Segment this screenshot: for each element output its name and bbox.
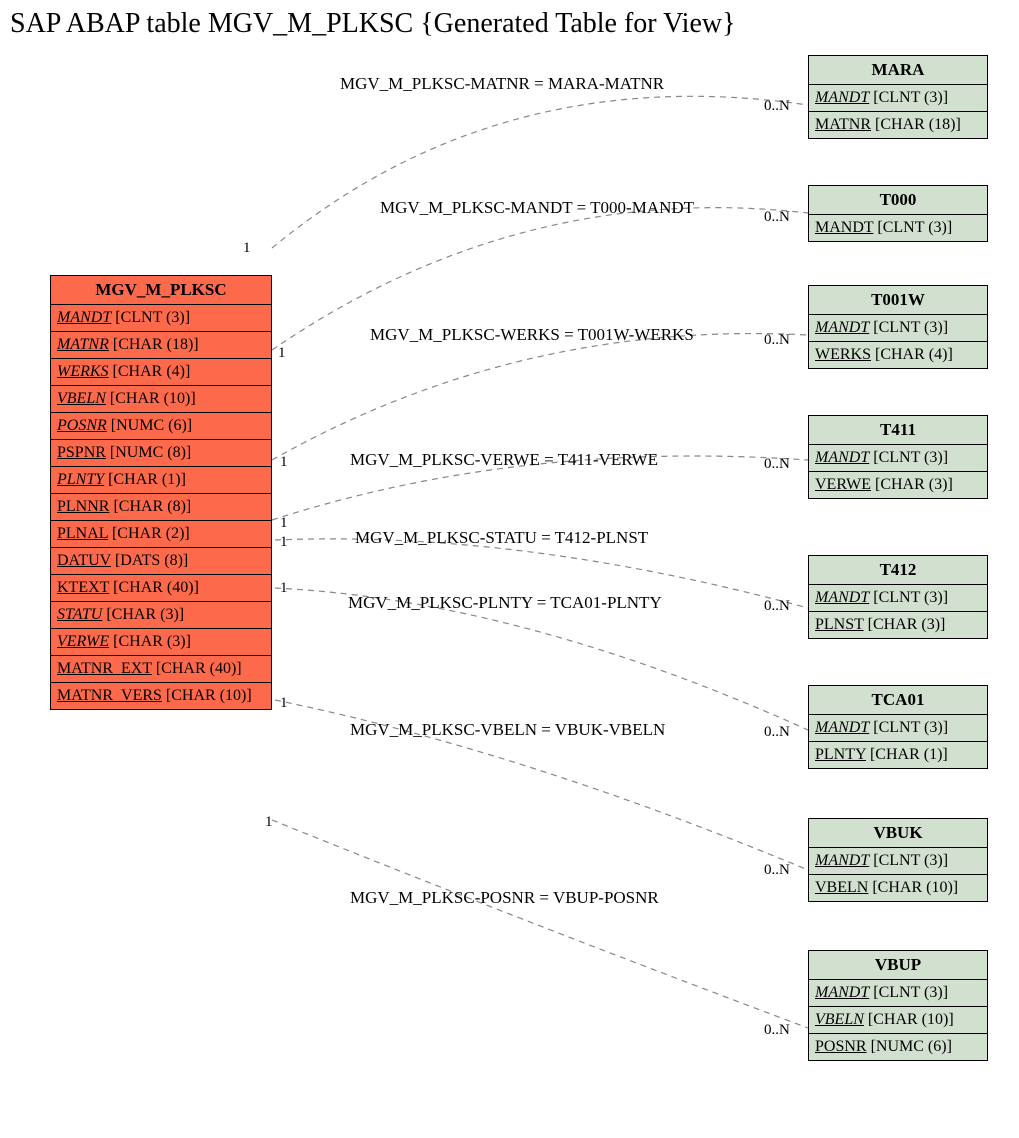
field-row: VERWE [CHAR (3)] bbox=[51, 629, 271, 656]
page-title: SAP ABAP table MGV_M_PLKSC {Generated Ta… bbox=[10, 8, 736, 40]
entity-header: MGV_M_PLKSC bbox=[51, 276, 271, 305]
relation-label: MGV_M_PLKSC-PLNTY = TCA01-PLNTY bbox=[348, 593, 662, 613]
field-row: WERKS [CHAR (4)] bbox=[51, 359, 271, 386]
cardinality-right: 0..N bbox=[764, 98, 790, 115]
entity-header: T412 bbox=[809, 556, 987, 585]
cardinality-right: 0..N bbox=[764, 598, 790, 615]
entity-t001w: T001W MANDT [CLNT (3)] WERKS [CHAR (4)] bbox=[808, 285, 988, 369]
entity-header: T001W bbox=[809, 286, 987, 315]
field-row: MANDT [CLNT (3)] bbox=[51, 305, 271, 332]
entity-header: VBUP bbox=[809, 951, 987, 980]
cardinality-left: 1 bbox=[280, 534, 288, 551]
field-row: POSNR [NUMC (6)] bbox=[809, 1034, 987, 1060]
field-row: PLNST [CHAR (3)] bbox=[809, 612, 987, 638]
relation-label: MGV_M_PLKSC-MATNR = MARA-MATNR bbox=[340, 74, 664, 94]
relation-label: MGV_M_PLKSC-WERKS = T001W-WERKS bbox=[370, 325, 694, 345]
field-row: MANDT [CLNT (3)] bbox=[809, 848, 987, 875]
entity-header: T000 bbox=[809, 186, 987, 215]
cardinality-right: 0..N bbox=[764, 724, 790, 741]
entity-vbup: VBUP MANDT [CLNT (3)] VBELN [CHAR (10)] … bbox=[808, 950, 988, 1061]
relation-label: MGV_M_PLKSC-STATU = T412-PLNST bbox=[355, 528, 648, 548]
cardinality-right: 0..N bbox=[764, 1022, 790, 1039]
relation-label: MGV_M_PLKSC-POSNR = VBUP-POSNR bbox=[350, 888, 659, 908]
field-row: PLNTY [CHAR (1)] bbox=[51, 467, 271, 494]
field-row: MANDT [CLNT (3)] bbox=[809, 85, 987, 112]
cardinality-left: 1 bbox=[243, 240, 251, 257]
entity-t000: T000 MANDT [CLNT (3)] bbox=[808, 185, 988, 242]
entity-t412: T412 MANDT [CLNT (3)] PLNST [CHAR (3)] bbox=[808, 555, 988, 639]
cardinality-left: 1 bbox=[280, 695, 288, 712]
field-row: KTEXT [CHAR (40)] bbox=[51, 575, 271, 602]
cardinality-right: 0..N bbox=[764, 332, 790, 349]
entity-header: TCA01 bbox=[809, 686, 987, 715]
entity-mara: MARA MANDT [CLNT (3)] MATNR [CHAR (18)] bbox=[808, 55, 988, 139]
field-row: DATUV [DATS (8)] bbox=[51, 548, 271, 575]
field-row: STATU [CHAR (3)] bbox=[51, 602, 271, 629]
field-row: MANDT [CLNT (3)] bbox=[809, 445, 987, 472]
relation-label: MGV_M_PLKSC-MANDT = T000-MANDT bbox=[380, 198, 694, 218]
field-row: POSNR [NUMC (6)] bbox=[51, 413, 271, 440]
field-row: MANDT [CLNT (3)] bbox=[809, 980, 987, 1007]
cardinality-left: 1 bbox=[280, 515, 288, 532]
entity-header: MARA bbox=[809, 56, 987, 85]
entity-header: T411 bbox=[809, 416, 987, 445]
entity-vbuk: VBUK MANDT [CLNT (3)] VBELN [CHAR (10)] bbox=[808, 818, 988, 902]
entity-mgv-m-plksc: MGV_M_PLKSC MANDT [CLNT (3)] MATNR [CHAR… bbox=[50, 275, 272, 710]
field-row: PSPNR [NUMC (8)] bbox=[51, 440, 271, 467]
cardinality-right: 0..N bbox=[764, 209, 790, 226]
field-row: PLNTY [CHAR (1)] bbox=[809, 742, 987, 768]
field-row: MANDT [CLNT (3)] bbox=[809, 215, 987, 241]
relation-label: MGV_M_PLKSC-VERWE = T411-VERWE bbox=[350, 450, 658, 470]
field-row: VBELN [CHAR (10)] bbox=[809, 1007, 987, 1034]
cardinality-left: 1 bbox=[265, 814, 273, 831]
field-row: PLNAL [CHAR (2)] bbox=[51, 521, 271, 548]
field-row: VERWE [CHAR (3)] bbox=[809, 472, 987, 498]
entity-header: VBUK bbox=[809, 819, 987, 848]
entity-t411: T411 MANDT [CLNT (3)] VERWE [CHAR (3)] bbox=[808, 415, 988, 499]
field-row: VBELN [CHAR (10)] bbox=[51, 386, 271, 413]
field-row: MATNR_VERS [CHAR (10)] bbox=[51, 683, 271, 709]
cardinality-left: 1 bbox=[278, 345, 286, 362]
entity-tca01: TCA01 MANDT [CLNT (3)] PLNTY [CHAR (1)] bbox=[808, 685, 988, 769]
field-row: VBELN [CHAR (10)] bbox=[809, 875, 987, 901]
field-row: MATNR_EXT [CHAR (40)] bbox=[51, 656, 271, 683]
field-row: MANDT [CLNT (3)] bbox=[809, 715, 987, 742]
cardinality-right: 0..N bbox=[764, 456, 790, 473]
field-row: PLNNR [CHAR (8)] bbox=[51, 494, 271, 521]
field-row: MANDT [CLNT (3)] bbox=[809, 585, 987, 612]
cardinality-right: 0..N bbox=[764, 862, 790, 879]
relation-label: MGV_M_PLKSC-VBELN = VBUK-VBELN bbox=[350, 720, 665, 740]
field-row: MATNR [CHAR (18)] bbox=[809, 112, 987, 138]
field-row: MATNR [CHAR (18)] bbox=[51, 332, 271, 359]
field-row: MANDT [CLNT (3)] bbox=[809, 315, 987, 342]
cardinality-left: 1 bbox=[280, 580, 288, 597]
field-row: WERKS [CHAR (4)] bbox=[809, 342, 987, 368]
cardinality-left: 1 bbox=[280, 454, 288, 471]
